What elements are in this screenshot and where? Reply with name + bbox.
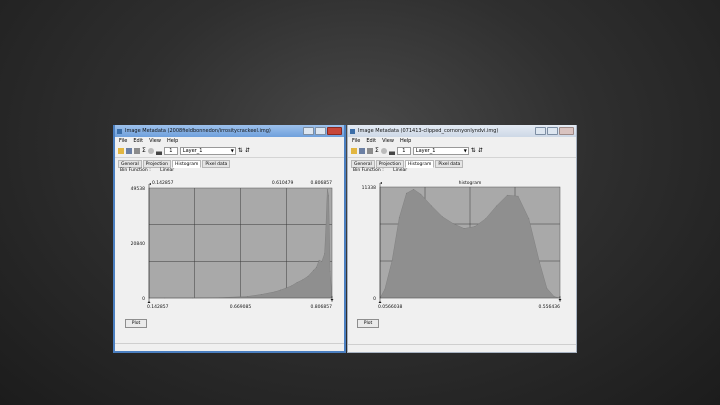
top-right-threshold-label: 0.806857 (311, 180, 333, 186)
plot-button[interactable]: Plot (357, 319, 379, 328)
histogram-plot[interactable]: 11338 0 histogram 0.0566038 0.556436 (348, 125, 577, 325)
bottom-left-threshold-marker (147, 301, 151, 303)
bottom-right-threshold-label: 0.806857 (311, 304, 333, 310)
histogram-point (318, 259, 320, 261)
bottom-mid-threshold-label: 0.669085 (230, 304, 252, 310)
histogram-point (539, 262, 541, 264)
histogram-point (398, 217, 400, 219)
top-threshold-marker (380, 182, 382, 184)
histogram-point (420, 193, 422, 195)
status-bar (348, 344, 576, 352)
histogram-plot[interactable]: 495382084000.142857 0.610479 0.8068570.142… (115, 125, 346, 325)
y-tick-label: 49538 (131, 186, 145, 192)
histogram-point (285, 287, 287, 289)
histogram-point (313, 269, 314, 271)
top-threshold-marker (149, 183, 151, 185)
histogram-point (315, 267, 317, 268)
histogram-point (528, 218, 530, 220)
histogram-point (442, 216, 443, 218)
plot-button[interactable]: Plot (125, 319, 147, 328)
histogram-point (327, 188, 328, 190)
histogram-point (553, 296, 555, 297)
histogram-point (325, 224, 327, 226)
chart-title: histogram (459, 180, 482, 186)
histogram-point (307, 275, 309, 277)
y-tick-label: 11338 (362, 185, 376, 191)
histogram-point (280, 289, 281, 291)
histogram-point (328, 195, 330, 197)
histogram-point (302, 279, 303, 281)
histogram-point (260, 294, 262, 295)
histogram-point (413, 188, 414, 190)
y-tick-label: 0 (142, 296, 145, 302)
histogram-point (463, 228, 465, 229)
y-tick-label: 20840 (131, 241, 145, 247)
image-metadata-window-right[interactable]: Image Metadata (071413-clipped_cornonyon… (347, 125, 577, 353)
histogram-point (474, 226, 476, 227)
histogram-point (329, 271, 331, 272)
histogram-point (274, 291, 276, 293)
bottom-right-threshold-marker (558, 299, 562, 301)
histogram-point (384, 288, 386, 290)
histogram-point (321, 261, 323, 262)
top-left-threshold-label: 0.142857 (152, 180, 174, 186)
bottom-left-threshold-label: 0.0566038 (378, 304, 402, 310)
histogram-point (452, 223, 454, 224)
bottom-right-threshold-label: 0.556436 (539, 304, 561, 310)
top-mid-threshold-label: 0.610479 (272, 180, 294, 186)
histogram-point (517, 195, 519, 197)
status-bar (115, 343, 344, 351)
histogram-point (247, 296, 248, 297)
histogram-point (506, 194, 508, 196)
bottom-left-threshold-label: 0.142857 (147, 304, 169, 310)
bottom-left-threshold-marker (378, 301, 382, 303)
image-metadata-window-left[interactable]: Image Metadata (2008fieldbonnedon/irrosi… (113, 125, 346, 353)
histogram-point (296, 282, 298, 283)
histogram-point (485, 218, 487, 220)
histogram-point (391, 260, 393, 262)
histogram-point (431, 205, 432, 207)
histogram-point (546, 287, 548, 289)
y-tick-label: 0 (373, 296, 376, 302)
histogram-point (291, 285, 292, 287)
histogram-point (324, 253, 325, 254)
bottom-right-threshold-marker (330, 299, 334, 301)
histogram-point (496, 205, 497, 207)
histogram-point (406, 192, 407, 194)
